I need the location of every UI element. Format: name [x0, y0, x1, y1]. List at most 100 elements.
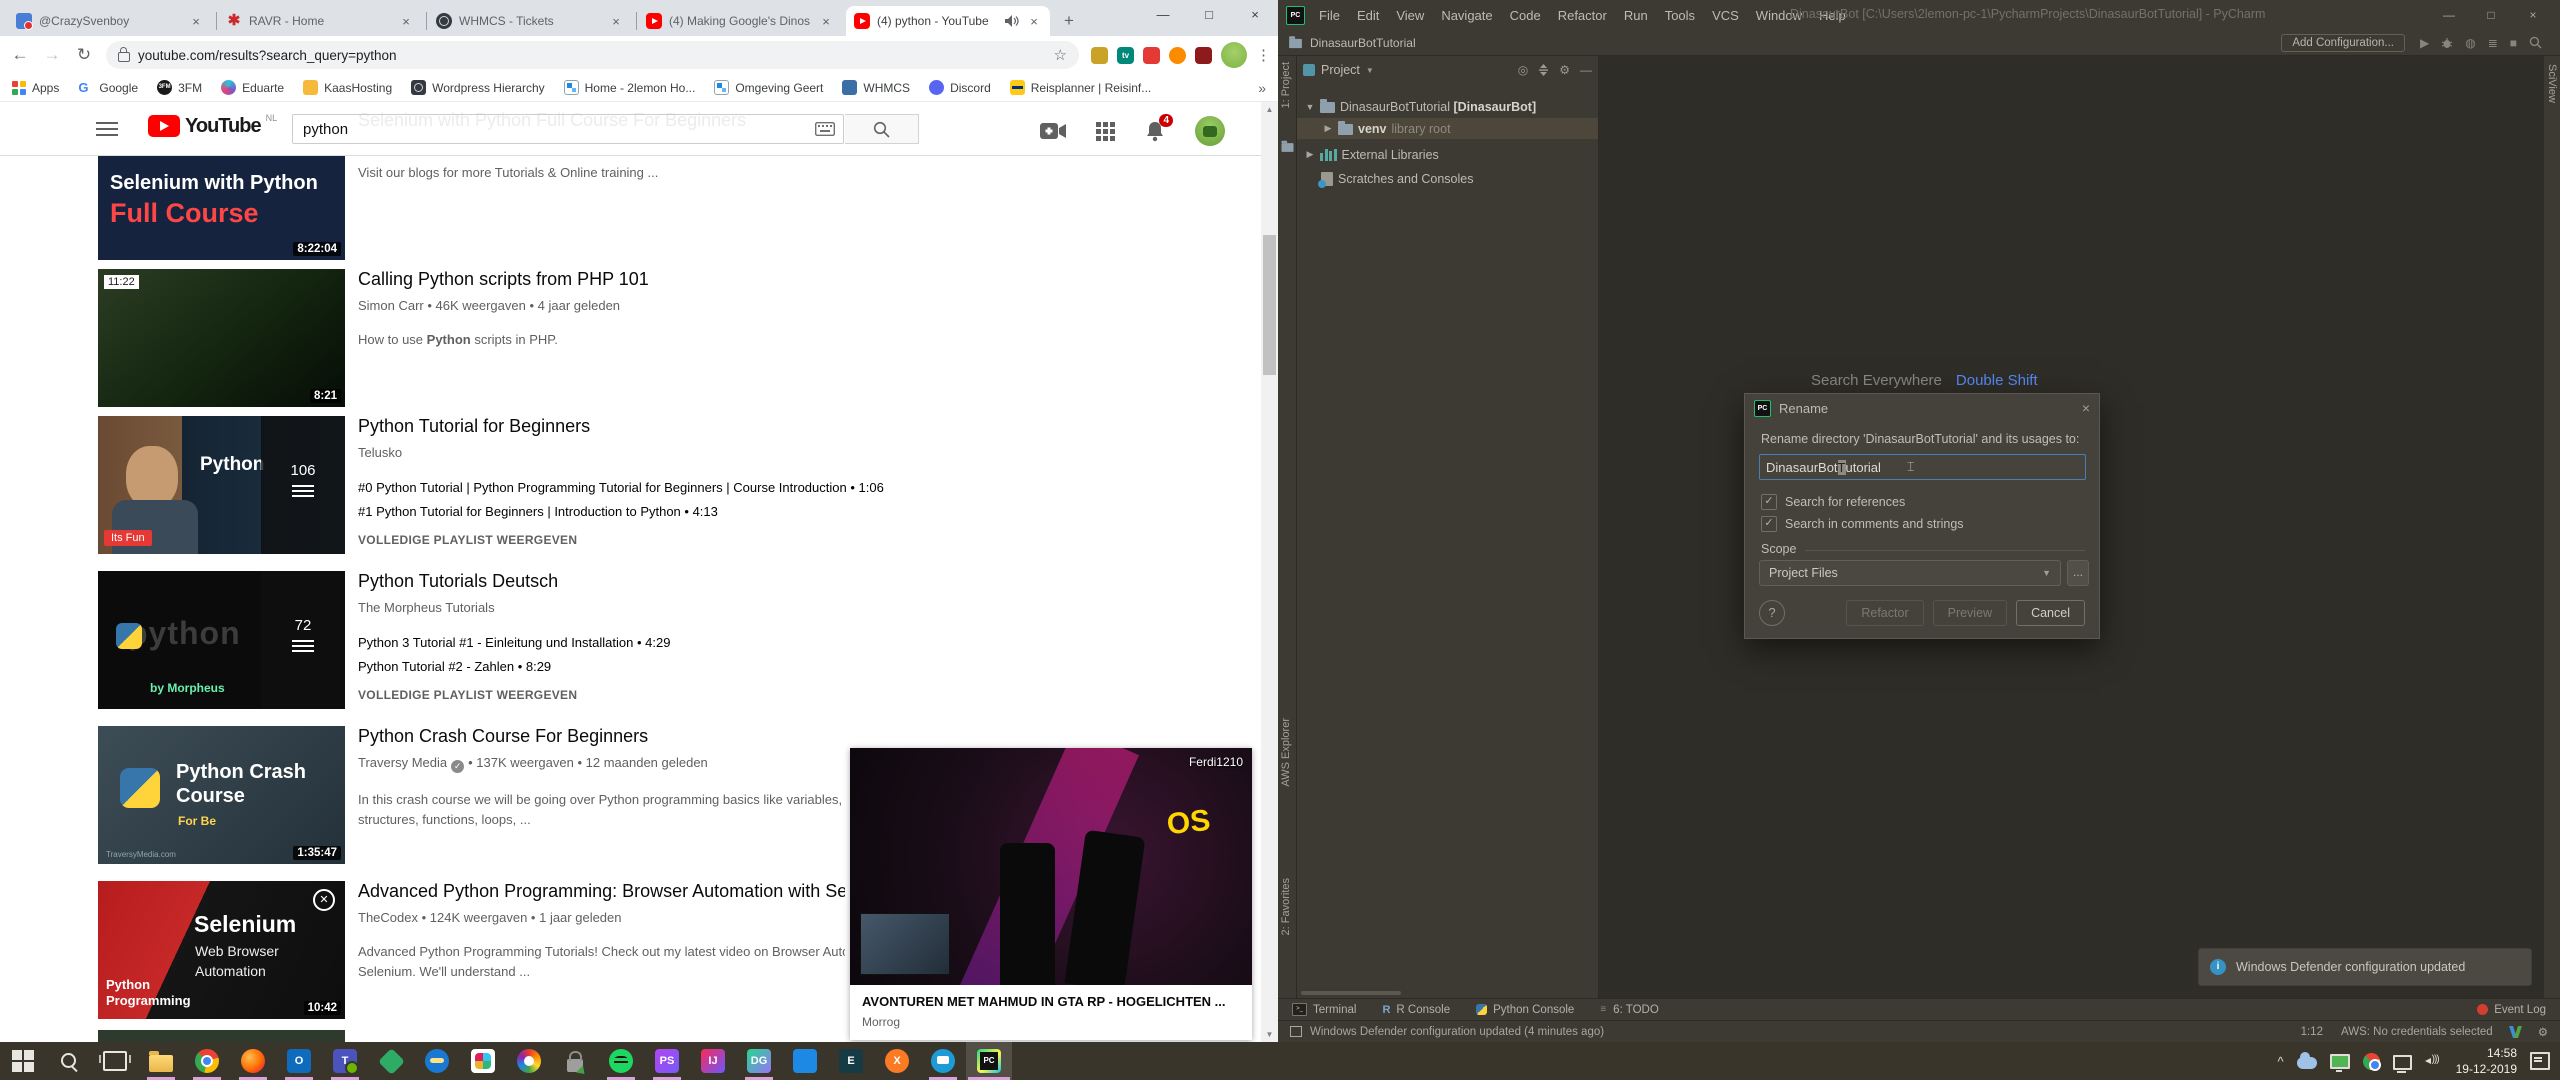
bookmark-eduarte[interactable]: Eduarte	[221, 80, 284, 95]
miniplayer-title[interactable]: AVONTUREN MET MAHMUD IN GTA RP - HOGELIC…	[862, 994, 1240, 1009]
action-center-icon[interactable]	[2530, 1052, 2550, 1070]
channel-name[interactable]: Telusko	[358, 445, 1238, 460]
tab-crazysvenboy[interactable]: @CrazySvenboy ×	[8, 6, 212, 36]
debug-icon[interactable]	[2441, 37, 2453, 49]
remote-desktop-icon[interactable]	[2330, 1054, 2350, 1069]
checkbox-search-comments[interactable]: ✓ Search in comments and strings	[1761, 516, 1964, 532]
tab-close-icon[interactable]: ×	[188, 14, 204, 29]
maximize-button[interactable]: □	[2470, 0, 2512, 30]
folder-icon[interactable]	[1282, 143, 1294, 152]
tab-audio-icon[interactable]	[1005, 15, 1019, 27]
extension-icon-4[interactable]	[1169, 47, 1186, 64]
channel-name[interactable]: The Morpheus Tutorials	[358, 600, 1238, 615]
todo-tab[interactable]: ≡6: TODO	[1600, 1004, 1658, 1016]
task-view-button[interactable]	[92, 1042, 138, 1080]
add-configuration-button[interactable]: Add Configuration...	[2281, 34, 2405, 52]
playlist-entry[interactable]: Python Tutorial #2 - Zahlen • 8:29	[358, 659, 1238, 674]
tab-google-dinos[interactable]: (4) Making Google's Dinos... ×	[638, 6, 842, 36]
caret-position[interactable]: 1:12	[2301, 1026, 2323, 1038]
tool-button-favorites[interactable]: 2: Favorites	[1280, 878, 1292, 935]
miniplayer-video[interactable]: OS Ferdi1210	[850, 748, 1252, 985]
extension-icon-1[interactable]	[1091, 47, 1108, 64]
menu-view[interactable]: View	[1396, 8, 1424, 23]
taskbar-clock[interactable]: 14:5819-12-2019	[2456, 1045, 2517, 1077]
settings-gear-icon[interactable]: ⚙	[2538, 1025, 2548, 1039]
taskbar-intellij[interactable]: IJ	[690, 1042, 736, 1080]
show-full-playlist-link[interactable]: VOLLEDIGE PLAYLIST WEERGEVEN	[358, 533, 1238, 547]
scope-dropdown[interactable]: Project Files ▼	[1759, 560, 2061, 586]
taskbar-pycharm-active[interactable]	[966, 1042, 1012, 1080]
refactor-button[interactable]: Refactor	[1846, 600, 1923, 626]
video-title[interactable]: Calling Python scripts from PHP 101	[358, 269, 1238, 290]
miniplayer-channel[interactable]: Morrog	[862, 1015, 1240, 1029]
horizontal-scrollbar[interactable]	[1301, 991, 1401, 995]
terminal-tab[interactable]: >_Terminal	[1292, 1003, 1356, 1016]
preview-button[interactable]: Preview	[1933, 600, 2007, 626]
back-icon[interactable]: ←	[10, 45, 30, 65]
tab-whmcs[interactable]: WHMCS - Tickets ×	[428, 6, 632, 36]
minimize-button[interactable]: —	[1140, 0, 1186, 30]
taskbar-green-diamond-app[interactable]	[368, 1042, 414, 1080]
new-tab-button[interactable]: +	[1056, 8, 1082, 34]
tool-button-sciview[interactable]: SciView	[2546, 64, 2558, 103]
bookmark-reisplanner[interactable]: Reisplanner | Reisinf...	[1010, 80, 1152, 95]
upload-video-icon[interactable]	[1040, 122, 1066, 140]
bookmark-apps[interactable]: Apps	[12, 81, 59, 95]
playlist-entry[interactable]: Python 3 Tutorial #1 - Einleitung und In…	[358, 635, 1238, 650]
apps-grid-icon[interactable]	[1096, 122, 1115, 141]
scroll-down-arrow[interactable]: ▼	[1261, 1030, 1278, 1039]
forward-icon[interactable]: →	[42, 45, 62, 65]
scrollbar-thumb[interactable]	[1263, 235, 1276, 375]
taskbar-outlook[interactable]: O	[276, 1042, 322, 1080]
checkbox-icon[interactable]: ✓	[1761, 516, 1777, 532]
tree-row-external-libraries[interactable]: ▶ External Libraries	[1297, 144, 1598, 165]
playlist-entry[interactable]: #1 Python Tutorial for Beginners | Intro…	[358, 504, 1238, 519]
search-button[interactable]	[845, 114, 919, 144]
menu-edit[interactable]: Edit	[1357, 8, 1379, 23]
taskbar-vscode[interactable]	[782, 1042, 828, 1080]
bookmark-omgeving-geert[interactable]: Omgeving Geert	[714, 80, 823, 95]
collapse-arrow-icon[interactable]: ▶	[1323, 123, 1333, 134]
menu-file[interactable]: File	[1319, 8, 1340, 23]
settings-gear-icon[interactable]: ⚙	[1559, 63, 1570, 77]
taskbar-chat-app[interactable]	[920, 1042, 966, 1080]
network-icon[interactable]	[2393, 1055, 2412, 1070]
playlist-entry[interactable]: #0 Python Tutorial | Python Programming …	[358, 480, 1238, 495]
onedrive-icon[interactable]	[2297, 1057, 2317, 1069]
expand-arrow-icon[interactable]: ▼	[1305, 102, 1315, 112]
tab-ravr[interactable]: ✱ RAVR - Home ×	[218, 6, 422, 36]
bookmark-kaashosting[interactable]: KaasHosting	[303, 80, 392, 95]
chrome-menu-icon[interactable]: ⋮	[1256, 46, 1268, 64]
taskbar-slack[interactable]	[460, 1042, 506, 1080]
tree-row-project-root[interactable]: ▼ DinasaurBotTutorial [DinasaurBot]	[1297, 96, 1598, 117]
tab-close-icon[interactable]: ×	[818, 14, 834, 29]
breadcrumb[interactable]: DinasaurBotTutorial	[1310, 36, 1416, 50]
r-console-tab[interactable]: RR Console	[1382, 1004, 1450, 1016]
taskbar-teams[interactable]: T	[322, 1042, 368, 1080]
locate-file-icon[interactable]: ◎	[1518, 63, 1528, 77]
tab-close-icon[interactable]: ×	[1026, 14, 1042, 29]
tab-python-youtube-active[interactable]: (4) python - YouTube ×	[846, 6, 1050, 36]
playlist-title[interactable]: Python Tutorials Deutsch	[358, 571, 1238, 592]
taskbar-lock-app[interactable]	[552, 1042, 598, 1080]
scroll-up-arrow[interactable]: ▲	[1261, 105, 1278, 114]
url-text[interactable]: youtube.com/results?search_query=python	[138, 48, 1046, 63]
extension-icon-3[interactable]	[1143, 47, 1160, 64]
show-full-playlist-link[interactable]: VOLLEDIGE PLAYLIST WEERGEVEN	[358, 688, 1238, 702]
bookmark-discord[interactable]: Discord	[929, 80, 991, 95]
rename-input[interactable]: DinasaurBotTutorial ⌶	[1759, 454, 2086, 480]
status-message[interactable]: Windows Defender configuration updated (…	[1310, 1026, 1604, 1038]
video-thumbnail[interactable]: Selenium Web Browser Automation PythonPr…	[98, 881, 345, 1019]
tool-button-aws-explorer[interactable]: AWS Explorer	[1280, 718, 1292, 787]
taskbar-spotify[interactable]	[598, 1042, 644, 1080]
playlist-title[interactable]: Python Tutorial for Beginners	[358, 416, 1238, 437]
taskbar-key-app[interactable]	[414, 1042, 460, 1080]
playlist-thumbnail[interactable]: Python Its Fun 106	[98, 416, 345, 554]
notifications-bell[interactable]: 4	[1145, 120, 1165, 142]
reload-icon[interactable]: ↻	[74, 45, 94, 65]
taskbar-datagrip[interactable]: DG	[736, 1042, 782, 1080]
video-title[interactable]: Advanced Python Programming: Browser Aut…	[358, 881, 845, 902]
collapse-arrow-icon[interactable]: ▶	[1305, 149, 1315, 160]
lock-icon[interactable]	[118, 52, 130, 62]
hidden-icons-chevron[interactable]: ^	[2278, 1054, 2284, 1069]
